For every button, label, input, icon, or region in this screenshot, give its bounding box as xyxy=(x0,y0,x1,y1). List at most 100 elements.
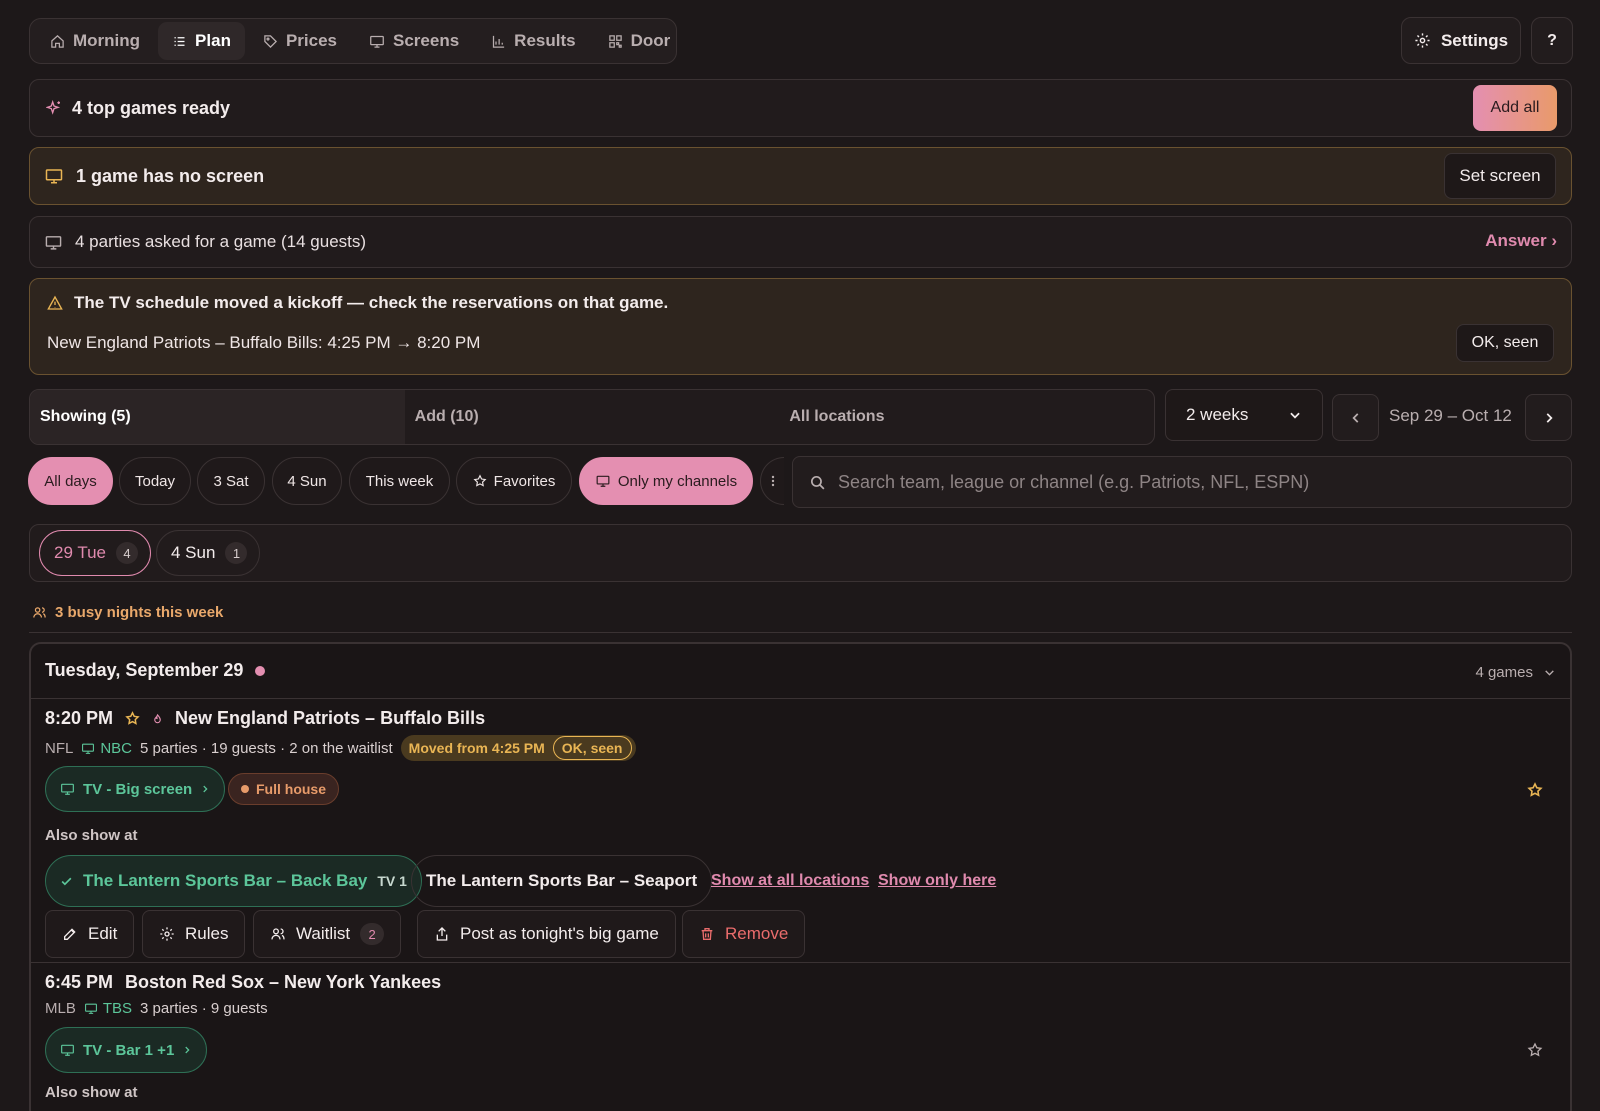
flame-icon xyxy=(152,712,163,726)
filter-this-week[interactable]: This week xyxy=(349,457,450,505)
chevron-down-icon xyxy=(1543,666,1556,679)
requests-title: 4 parties asked for a game (14 guests) xyxy=(75,232,367,251)
divider xyxy=(29,632,1572,633)
tab-prices[interactable]: Prices xyxy=(249,22,351,60)
star-icon xyxy=(473,474,487,488)
day-chip-label: 29 Tue xyxy=(54,543,106,562)
tab-results[interactable]: Results xyxy=(477,22,589,60)
moved-badge: Moved from 4:25 PM OK, seen xyxy=(400,735,636,761)
star-filled-icon xyxy=(125,711,140,726)
no-screen-title: 1 game has no screen xyxy=(76,165,265,186)
search-placeholder: Search team, league or channel (e.g. Pat… xyxy=(838,471,1310,492)
sparkle-icon xyxy=(46,100,62,116)
schedule-change-title: The TV schedule moved a kickoff — check … xyxy=(74,293,669,312)
favorite-toggle[interactable] xyxy=(1527,1042,1543,1063)
settings-button[interactable]: Settings xyxy=(1401,17,1521,64)
set-screen-button[interactable]: Set screen xyxy=(1444,153,1556,199)
help-button[interactable]: ? xyxy=(1531,17,1573,64)
ok-seen-button[interactable]: OK, seen xyxy=(1456,324,1554,362)
game-title: New England Patriots – Buffalo Bills xyxy=(175,708,486,728)
more-icon xyxy=(771,475,775,487)
day-chip-label: 4 Sun xyxy=(171,543,216,562)
status-badge: Full house xyxy=(228,773,339,805)
busy-nights-text: 3 busy nights this week xyxy=(55,604,224,621)
star-icon xyxy=(1527,1042,1543,1058)
show-only-here-link[interactable]: Show only here xyxy=(878,872,996,890)
main-nav: Morning Plan Prices Screens Results Door xyxy=(29,18,677,64)
day-chip-tue[interactable]: 29 Tue 4 xyxy=(39,530,151,576)
prev-range-button[interactable] xyxy=(1332,394,1379,441)
no-screen-banner: 1 game has no screen Set screen xyxy=(29,147,1572,205)
day-card: Tuesday, September 29 4 games 8:20 PM Ne… xyxy=(29,642,1572,1111)
tab-morning[interactable]: Morning xyxy=(36,22,154,60)
filter-sat[interactable]: 3 Sat xyxy=(197,457,265,505)
filter-sun[interactable]: 4 Sun xyxy=(272,457,342,505)
filter-all-days[interactable]: All days xyxy=(28,457,113,505)
day-chip-count: 1 xyxy=(225,542,248,564)
channel-tag: NBC xyxy=(81,740,132,757)
moved-ok-button[interactable]: OK, seen xyxy=(552,736,632,760)
show-all-locations-link[interactable]: Show at all locations xyxy=(711,872,869,890)
home-icon xyxy=(50,34,65,49)
next-range-button[interactable] xyxy=(1525,394,1572,441)
search-field[interactable]: Search team, league or channel (e.g. Pat… xyxy=(792,456,1572,508)
range-select-value: 2 weeks xyxy=(1186,405,1249,424)
today-dot xyxy=(255,665,266,676)
location-chip-seaport[interactable]: The Lantern Sports Bar – Seaport xyxy=(411,855,713,907)
segment-showing[interactable]: Showing (5) xyxy=(30,390,405,444)
range-select[interactable]: 2 weeks xyxy=(1165,389,1323,441)
segment-all-locations[interactable]: All locations xyxy=(779,390,1154,444)
location-tv: TV 1 xyxy=(377,873,407,889)
remove-button[interactable]: Remove xyxy=(682,910,806,958)
tab-label: Door xyxy=(630,31,671,50)
date-range-label: Sep 29 – Oct 12 xyxy=(1389,406,1512,425)
screen-chip[interactable]: TV - Big screen xyxy=(45,766,226,812)
tab-plan[interactable]: Plan xyxy=(158,22,245,60)
game-time: 8:20 PM xyxy=(45,708,114,728)
favorite-toggle[interactable] xyxy=(1527,782,1543,803)
post-big-game-button[interactable]: Post as tonight's big game xyxy=(417,910,676,958)
game-divider xyxy=(31,962,1570,963)
answer-link[interactable]: Answer › xyxy=(1485,231,1557,251)
day-chip-count: 4 xyxy=(116,542,138,564)
monitor-icon xyxy=(595,474,611,488)
day-chip-sun[interactable]: 4 Sun 1 xyxy=(156,530,261,576)
screen-chip[interactable]: TV - Bar 1 +1 xyxy=(45,1027,208,1073)
search-icon xyxy=(809,474,826,491)
top-games-banner: 4 top games ready Add all xyxy=(29,79,1572,137)
segment-add[interactable]: Add (10) xyxy=(405,390,780,444)
games-count-label: 4 games xyxy=(1475,664,1533,681)
status-label: Full house xyxy=(256,781,326,797)
league-label: NFL xyxy=(45,739,74,757)
filter-today[interactable]: Today xyxy=(119,457,191,505)
monitor-icon xyxy=(369,34,385,49)
game-time: 6:45 PM xyxy=(45,972,114,992)
game-meta: NFL NBC 5 parties · 19 guests · 2 on the… xyxy=(45,735,636,761)
location-chip-back-bay[interactable]: The Lantern Sports Bar – Back Bay TV 1 xyxy=(45,855,422,907)
add-all-button[interactable]: Add all xyxy=(1473,85,1557,131)
rules-button[interactable]: Rules xyxy=(142,910,246,958)
filter-only-my-channels-label: Only my channels xyxy=(617,472,738,490)
filter-only-my-channels[interactable]: Only my channels xyxy=(579,457,753,505)
filter-favorites[interactable]: Favorites xyxy=(456,457,572,505)
game-info: 5 parties · 19 guests · 2 on the waitlis… xyxy=(140,739,393,757)
remove-label: Remove xyxy=(725,924,789,943)
game-info: 3 parties · 9 guests xyxy=(140,1000,268,1017)
games-count-toggle[interactable]: 4 games xyxy=(1475,664,1556,681)
busy-nights-note: 3 busy nights this week xyxy=(32,604,223,621)
filter-more-chip[interactable] xyxy=(760,457,784,505)
chevron-down-icon xyxy=(1288,408,1302,422)
waitlist-button[interactable]: Waitlist 2 xyxy=(253,910,402,958)
requests-banner: 4 parties asked for a game (14 guests) A… xyxy=(29,216,1572,268)
edit-button[interactable]: Edit xyxy=(45,910,135,958)
location-name: The Lantern Sports Bar – Back Bay xyxy=(83,871,368,890)
screen-label: TV - Bar 1 +1 xyxy=(83,1041,175,1059)
monitor-icon xyxy=(44,167,64,185)
post-big-game-label: Post as tonight's big game xyxy=(460,924,659,943)
tab-screens[interactable]: Screens xyxy=(355,22,473,60)
channel-label: TBS xyxy=(102,1000,133,1017)
tab-door[interactable]: Door xyxy=(594,22,685,60)
tab-label: Plan xyxy=(195,31,231,50)
share-icon xyxy=(434,926,450,942)
tab-label: Morning xyxy=(73,31,141,50)
